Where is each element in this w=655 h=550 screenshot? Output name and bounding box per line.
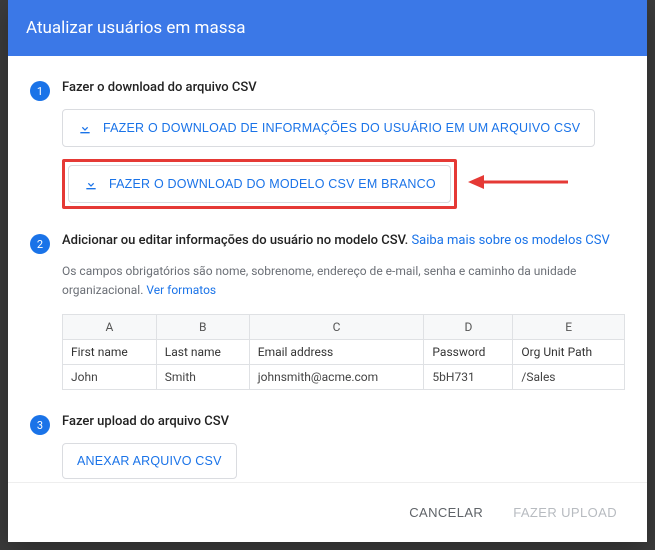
desc-text: Os campos obrigatórios são nome, sobreno… (62, 264, 576, 297)
step-1: 1 Fazer o download do arquivo CSV FAZER … (30, 80, 625, 209)
col-header: A (63, 315, 157, 340)
cell: johnsmith@acme.com (249, 365, 424, 390)
cell: /Sales (513, 365, 625, 390)
cell: John (63, 365, 157, 390)
view-formats-link[interactable]: Ver formatos (146, 283, 216, 297)
dialog-body: 1 Fazer o download do arquivo CSV FAZER … (8, 56, 647, 482)
dialog-footer: CANCELAR FAZER UPLOAD (8, 482, 647, 542)
download-user-info-button[interactable]: FAZER O DOWNLOAD DE INFORMAÇÕES DO USUÁR… (62, 109, 595, 147)
step-3: 3 Fazer upload do arquivo CSV ANEXAR ARQ… (30, 414, 625, 482)
attach-csv-button[interactable]: ANEXAR ARQUIVO CSV (62, 443, 237, 479)
table-row: A B C D E (63, 315, 625, 340)
cell: 5bH731 (424, 365, 513, 390)
download-blank-template-button[interactable]: FAZER O DOWNLOAD DO MODELO CSV EM BRANCO (68, 165, 451, 203)
col-header: E (513, 315, 625, 340)
col-header: C (249, 315, 424, 340)
field-header: Email address (249, 340, 424, 365)
step-1-title: Fazer o download do arquivo CSV (62, 80, 625, 95)
annotation-arrow (468, 172, 568, 196)
bulk-update-dialog: Atualizar usuários em massa 1 Fazer o do… (8, 0, 647, 542)
step-number: 1 (30, 81, 50, 101)
cancel-button[interactable]: CANCELAR (401, 497, 491, 528)
download-icon (83, 176, 99, 192)
attach-csv-label: ANEXAR ARQUIVO CSV (77, 454, 222, 468)
step-number: 3 (30, 415, 50, 435)
step-number: 2 (30, 234, 50, 254)
learn-more-link[interactable]: Saiba mais sobre os modelos CSV (411, 233, 609, 248)
dialog-title: Atualizar usuários em massa (8, 0, 647, 56)
table-row: First name Last name Email address Passw… (63, 340, 625, 365)
field-header: Password (424, 340, 513, 365)
step-3-title: Fazer upload do arquivo CSV (62, 414, 625, 429)
highlight-box: FAZER O DOWNLOAD DO MODELO CSV EM BRANCO (62, 159, 457, 209)
step-1-content: Fazer o download do arquivo CSV FAZER O … (62, 80, 625, 209)
col-header: B (156, 315, 249, 340)
step-2: 2 Adicionar ou editar informações do usu… (30, 233, 625, 390)
step-2-title-text: Adicionar ou editar informações do usuár… (62, 233, 408, 248)
step-2-title: Adicionar ou editar informações do usuár… (62, 233, 625, 248)
field-header: First name (63, 340, 157, 365)
step-2-description: Os campos obrigatórios são nome, sobreno… (62, 262, 625, 300)
cell: Smith (156, 365, 249, 390)
download-blank-template-label: FAZER O DOWNLOAD DO MODELO CSV EM BRANCO (109, 177, 436, 191)
step-3-content: Fazer upload do arquivo CSV ANEXAR ARQUI… (62, 414, 625, 482)
field-header: Org Unit Path (513, 340, 625, 365)
col-header: D (424, 315, 513, 340)
upload-button[interactable]: FAZER UPLOAD (505, 497, 625, 528)
field-header: Last name (156, 340, 249, 365)
download-user-info-label: FAZER O DOWNLOAD DE INFORMAÇÕES DO USUÁR… (103, 121, 580, 135)
csv-template-table: A B C D E First name Last name Email add… (62, 314, 625, 390)
table-row: John Smith johnsmith@acme.com 5bH731 /Sa… (63, 365, 625, 390)
step-2-content: Adicionar ou editar informações do usuár… (62, 233, 625, 390)
download-icon (77, 120, 93, 136)
